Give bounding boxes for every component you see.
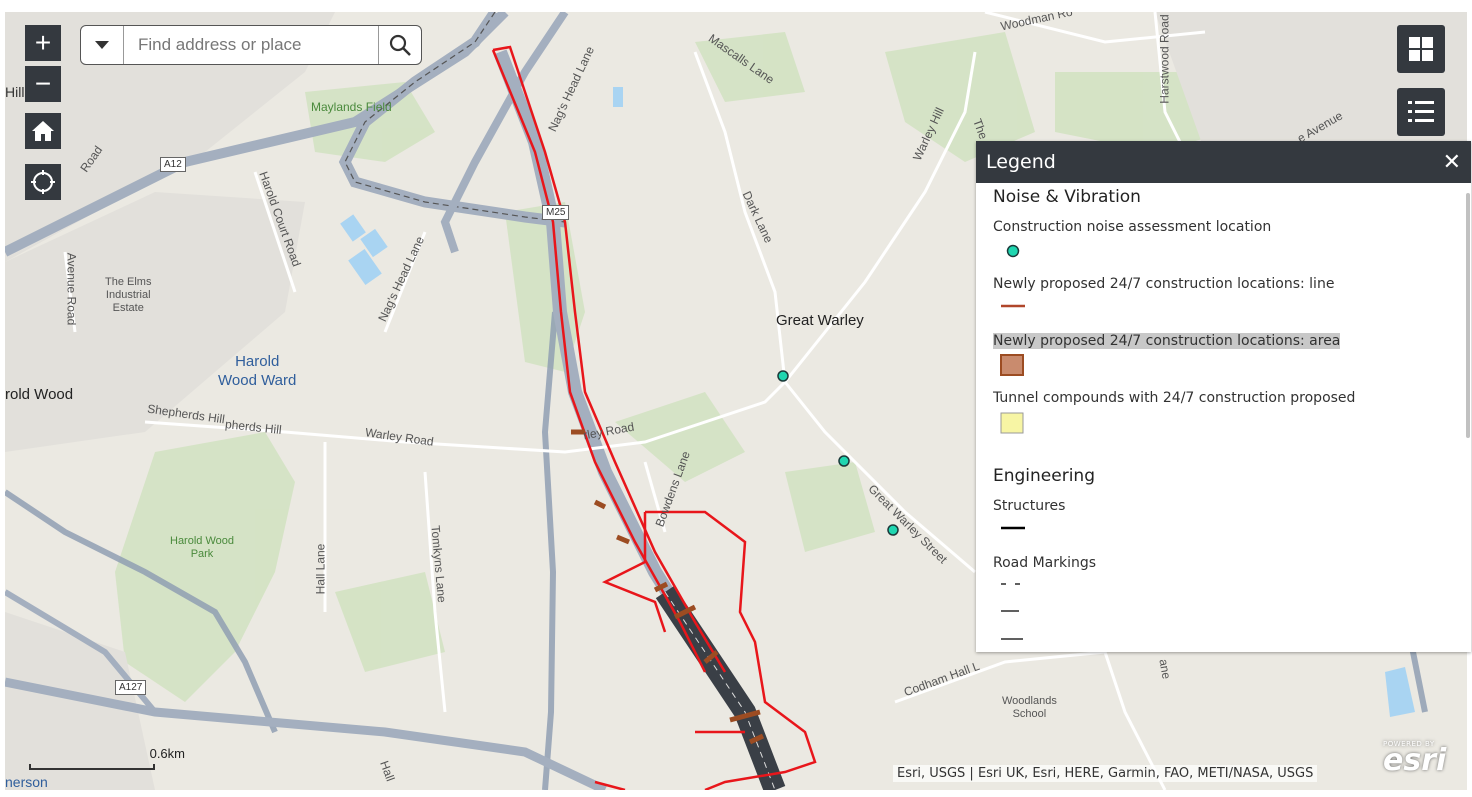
map-app: A12 M25 A127 Maylands Field Mascalls Lan… — [0, 0, 1472, 797]
road-shield-a127: A127 — [115, 680, 147, 695]
label-harstwood-road: Harstwood Road — [1157, 14, 1172, 104]
legend-item-label: Newly proposed 24/7 construction locatio… — [993, 276, 1335, 292]
road-markings-swatch — [1001, 583, 1025, 640]
label-harold-wood-ward: Harold Wood Ward — [218, 353, 297, 389]
home-button[interactable] — [25, 113, 61, 149]
basemap-gallery-button[interactable] — [1397, 25, 1445, 73]
legend-item-label: Structures — [993, 498, 1066, 514]
structures-swatch — [1001, 526, 1025, 530]
construction-area-swatch — [1000, 354, 1024, 376]
map-attribution: Esri, USGS | Esri UK, Esri, HERE, Garmin… — [893, 765, 1318, 782]
legend-item-label: Construction noise assessment location — [993, 219, 1272, 235]
label-hall-lane: Hall Lane — [313, 543, 328, 595]
legend-panel: Legend ✕ Noise & Vibration Construction … — [976, 141, 1471, 652]
locate-button[interactable] — [25, 164, 61, 200]
esri-logo: POWERED BY esri — [1383, 740, 1447, 778]
legend-title: Legend — [986, 151, 1056, 173]
label-great-warley: Great Warley — [776, 312, 864, 329]
zoom-out-button[interactable]: − — [25, 66, 61, 102]
legend-item-label: Road Markings — [993, 555, 1097, 571]
search-source-dropdown[interactable] — [81, 26, 124, 64]
road-shield-m25: M25 — [542, 205, 570, 220]
list-icon — [1408, 101, 1434, 122]
label-harold-wood: rold Wood — [5, 386, 74, 403]
search-button[interactable] — [378, 26, 421, 64]
legend-item-label: Newly proposed 24/7 construction locatio… — [993, 333, 1341, 349]
legend-group-title: Noise & Vibration — [993, 187, 1141, 207]
scale-bar: 0.6km — [29, 746, 185, 770]
close-icon[interactable]: ✕ — [1443, 149, 1461, 175]
tunnel-compound-swatch — [1000, 412, 1024, 434]
legend-header: Legend ✕ — [976, 141, 1471, 183]
label-maylands-field: Maylands Field — [311, 100, 392, 114]
label-harold-wood-park: Harold Wood Park — [170, 535, 234, 560]
search-widget — [80, 25, 422, 65]
label-hill: Hill — [5, 84, 25, 100]
zoom-in-button[interactable]: + — [25, 25, 61, 61]
search-icon — [389, 34, 411, 56]
label-avenue-road: Avenue Road — [64, 252, 79, 326]
legend-toggle-button[interactable] — [1397, 88, 1445, 136]
label-the-elms: The Elms Industrial Estate — [105, 276, 152, 314]
legend-scrollbar[interactable] — [1466, 193, 1470, 438]
label-woodlands-school: Woodlands School — [1002, 695, 1057, 720]
legend-body[interactable]: Noise & Vibration Construction noise ass… — [993, 183, 1455, 652]
label-nerson: nerson — [5, 774, 48, 790]
locate-icon — [31, 170, 55, 194]
search-input[interactable] — [124, 26, 378, 64]
road-shield-a12: A12 — [160, 157, 186, 172]
esri-wordmark: esri — [1383, 743, 1447, 778]
legend-group-title: Engineering — [993, 466, 1095, 486]
chevron-down-icon — [95, 41, 109, 49]
grid-icon — [1409, 37, 1433, 61]
scale-bar-line — [29, 764, 155, 770]
legend-item-label: Tunnel compounds with 24/7 construction … — [993, 390, 1356, 406]
noise-point-swatch — [1006, 244, 1020, 258]
construction-line-swatch — [1001, 304, 1025, 308]
scale-label: 0.6km — [149, 746, 185, 761]
home-icon — [32, 121, 54, 141]
